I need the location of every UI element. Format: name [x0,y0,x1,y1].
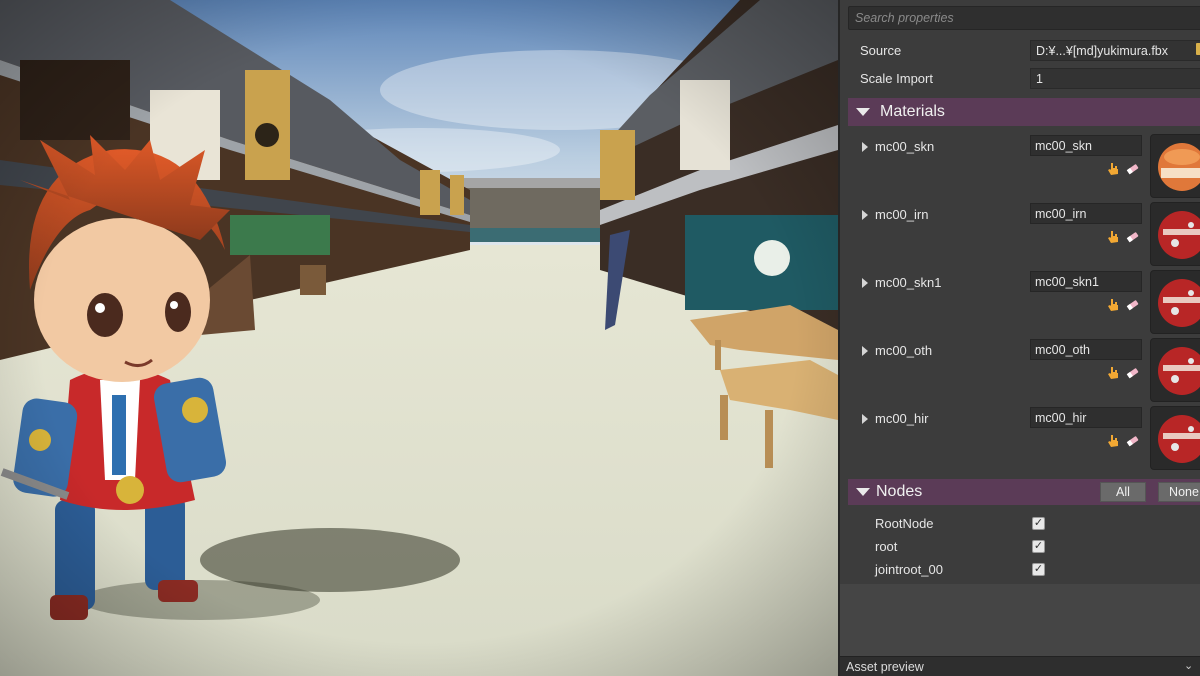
checkbox-icon[interactable]: ✓ [1032,540,1045,553]
eraser-icon[interactable] [1125,162,1139,176]
material-label: mc00_irn [875,207,929,222]
hand-pick-icon[interactable] [1106,366,1120,380]
expand-arrow-icon[interactable] [862,346,868,356]
scale-import-field[interactable]: 1 [1030,68,1200,89]
material-row: mc00_skn1 mc00_skn1 [840,270,1200,338]
material-row: mc00_skn mc00_skn [840,134,1200,202]
node-label: root [875,539,898,554]
node-label: RootNode [875,516,934,531]
checkbox-icon[interactable]: ✓ [1032,563,1045,576]
material-field[interactable]: mc00_oth [1030,339,1142,360]
material-field[interactable]: mc00_skn [1030,135,1142,156]
material-thumbnail-armor [1150,406,1200,470]
material-thumbnail-armor [1150,270,1200,334]
material-field[interactable]: mc00_hir [1030,407,1142,428]
select-none-nodes-button[interactable]: None [1158,482,1200,502]
property-label: Source [860,43,902,58]
material-row: mc00_oth mc00_oth [840,338,1200,406]
source-path-field[interactable]: D:¥...¥[md]yukimura.fbx [1030,40,1200,61]
material-field[interactable]: mc00_irn [1030,203,1142,224]
property-row-scale-import: Scale Import 1 [840,66,1200,92]
properties-panel: Source D:¥...¥[md]yukimura.fbx Scale Imp… [838,0,1200,676]
section-title: Nodes [876,483,923,500]
material-thumbnail-armor [1150,202,1200,266]
material-thumbnail-armor [1150,338,1200,402]
hand-pick-icon[interactable] [1106,230,1120,244]
material-thumbnail-skin [1150,134,1200,198]
hand-pick-icon[interactable] [1106,298,1120,312]
node-row: root ✓ [840,535,1200,558]
node-row: RootNode ✓ [840,512,1200,535]
expand-arrow-icon[interactable] [862,210,868,220]
checkbox-icon[interactable]: ✓ [1032,517,1045,530]
eraser-icon[interactable] [1125,366,1139,380]
expand-arrow-icon[interactable] [862,278,868,288]
material-row: mc00_hir mc00_hir [840,406,1200,474]
material-label: mc00_skn1 [875,275,942,290]
search-properties-box[interactable] [848,6,1200,30]
search-input[interactable] [849,7,1200,29]
material-row: mc00_irn mc00_irn [840,202,1200,270]
hand-pick-icon[interactable] [1106,434,1120,448]
asset-preview-label: Asset preview [846,660,924,674]
chevron-down-icon[interactable]: ⌄ [1184,659,1193,672]
eraser-icon[interactable] [1125,434,1139,448]
material-label: mc00_skn [875,139,935,154]
folder-icon[interactable] [1196,43,1200,55]
scene-viewport[interactable] [0,0,838,676]
materials-section-header[interactable]: Materials [848,98,1200,126]
hand-pick-icon[interactable] [1106,162,1120,176]
material-label: mc00_hir [875,411,929,426]
nodes-section-header[interactable]: Nodes All None [848,479,1200,505]
eraser-icon[interactable] [1125,298,1139,312]
node-row: jointroot_00 ✓ [840,558,1200,581]
asset-preview-bar[interactable]: Asset preview ⌄ [840,656,1200,676]
collapse-triangle-icon[interactable] [856,108,870,116]
eraser-icon[interactable] [1125,230,1139,244]
panel-empty-area [840,584,1200,656]
collapse-triangle-icon[interactable] [856,488,870,496]
material-label: mc00_oth [875,343,933,358]
material-field[interactable]: mc00_skn1 [1030,271,1142,292]
property-label: Scale Import [860,71,933,86]
property-row-source: Source D:¥...¥[md]yukimura.fbx [840,38,1200,64]
node-label: jointroot_00 [875,562,943,577]
select-all-nodes-button[interactable]: All [1100,482,1146,502]
expand-arrow-icon[interactable] [862,142,868,152]
section-title: Materials [880,103,945,120]
expand-arrow-icon[interactable] [862,414,868,424]
